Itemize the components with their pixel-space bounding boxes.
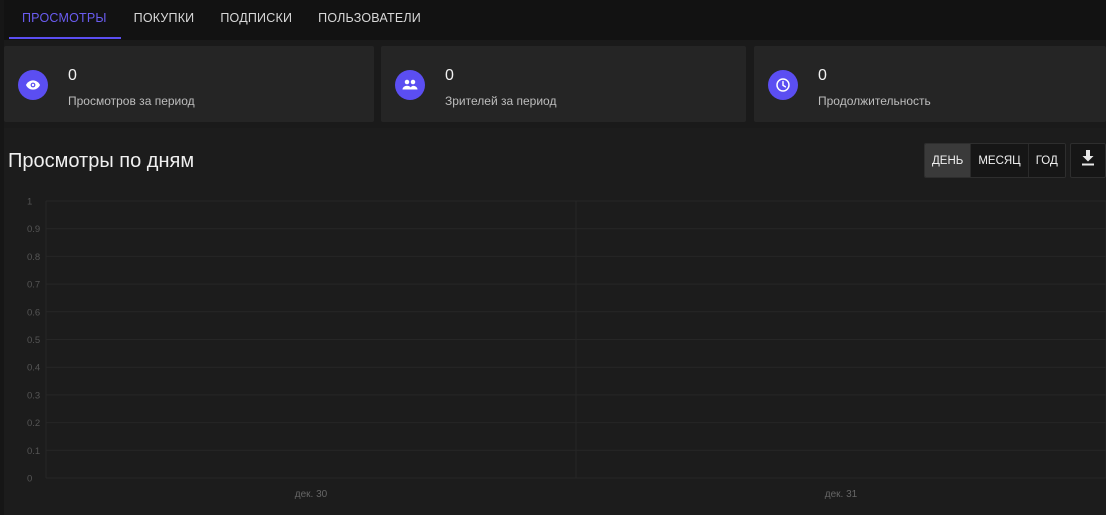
viewers-label: Зрителей за период — [445, 94, 557, 108]
y-tick-label: 0.7 — [27, 280, 40, 291]
period-year-button[interactable]: ГОД — [1027, 144, 1065, 177]
stat-cards: 0 Просмотров за период 0 Зрителей за пер… — [4, 46, 1106, 122]
views-count: 0 — [68, 67, 77, 84]
period-toggle: ДЕНЬ МЕСЯЦ ГОД — [924, 143, 1066, 178]
y-tick-label: 1 — [27, 197, 32, 208]
views-label: Просмотров за период — [68, 94, 195, 108]
period-day-button[interactable]: ДЕНЬ — [925, 144, 971, 177]
chart-title: Просмотры по дням — [8, 150, 195, 172]
tab-subscriptions[interactable]: ПОДПИСКИ — [207, 0, 305, 40]
download-button[interactable] — [1070, 143, 1106, 178]
x-tick-label: дек. 30 — [295, 489, 328, 500]
x-axis-ticks: дек. 30 дек. 31 — [295, 489, 858, 500]
stat-card-views: 0 Просмотров за период — [4, 46, 374, 122]
y-tick-label: 0.3 — [27, 390, 40, 401]
y-tick-label: 0 — [27, 474, 32, 485]
stat-card-viewers: 0 Зрителей за период — [381, 46, 746, 122]
x-tick-label: дек. 31 — [825, 489, 858, 500]
stat-card-duration: 0 Продолжительность — [754, 46, 1106, 122]
y-tick-label: 0.8 — [27, 252, 40, 263]
chart-panel: Просмотры по дням ДЕНЬ МЕСЯЦ ГОД 0 0.1 0.2… — [4, 128, 1106, 515]
app-root: ПРОСМОТРЫ ПОКУПКИ ПОДПИСКИ ПОЛЬЗОВАТЕЛИ … — [4, 0, 1106, 515]
tab-purchases[interactable]: ПОКУПКИ — [121, 0, 208, 40]
users-icon — [395, 70, 425, 100]
y-tick-label: 0.6 — [27, 307, 40, 318]
y-tick-label: 0.1 — [27, 446, 40, 457]
y-axis-ticks: 0 0.1 0.2 0.3 0.4 0.5 0.6 0.7 0.8 0.9 1 — [27, 197, 40, 485]
duration-value: 0 — [818, 67, 827, 84]
period-month-button[interactable]: МЕСЯЦ — [970, 144, 1028, 177]
views-chart: 00.10.20.30.40.50.60.70.80.91 дек. 30 дек… — [27, 197, 1106, 500]
viewers-count: 0 — [445, 67, 454, 84]
duration-label: Продолжительность — [818, 94, 931, 108]
y-tick-label: 0.2 — [27, 418, 40, 429]
tab-views[interactable]: ПРОСМОТРЫ — [4, 0, 121, 40]
y-tick-label: 0.5 — [27, 335, 40, 346]
tab-users[interactable]: ПОЛЬЗОВАТЕЛИ — [305, 0, 434, 40]
tab-bar: ПРОСМОТРЫ ПОКУПКИ ПОДПИСКИ ПОЛЬЗОВАТЕЛИ — [4, 0, 1106, 40]
eye-icon — [18, 70, 48, 100]
y-tick-label: 0.4 — [27, 363, 40, 374]
clock-icon — [768, 70, 798, 100]
y-tick-label: 0.9 — [27, 224, 40, 235]
chart-grid — [45, 200, 1106, 479]
download-icon — [1081, 150, 1095, 171]
